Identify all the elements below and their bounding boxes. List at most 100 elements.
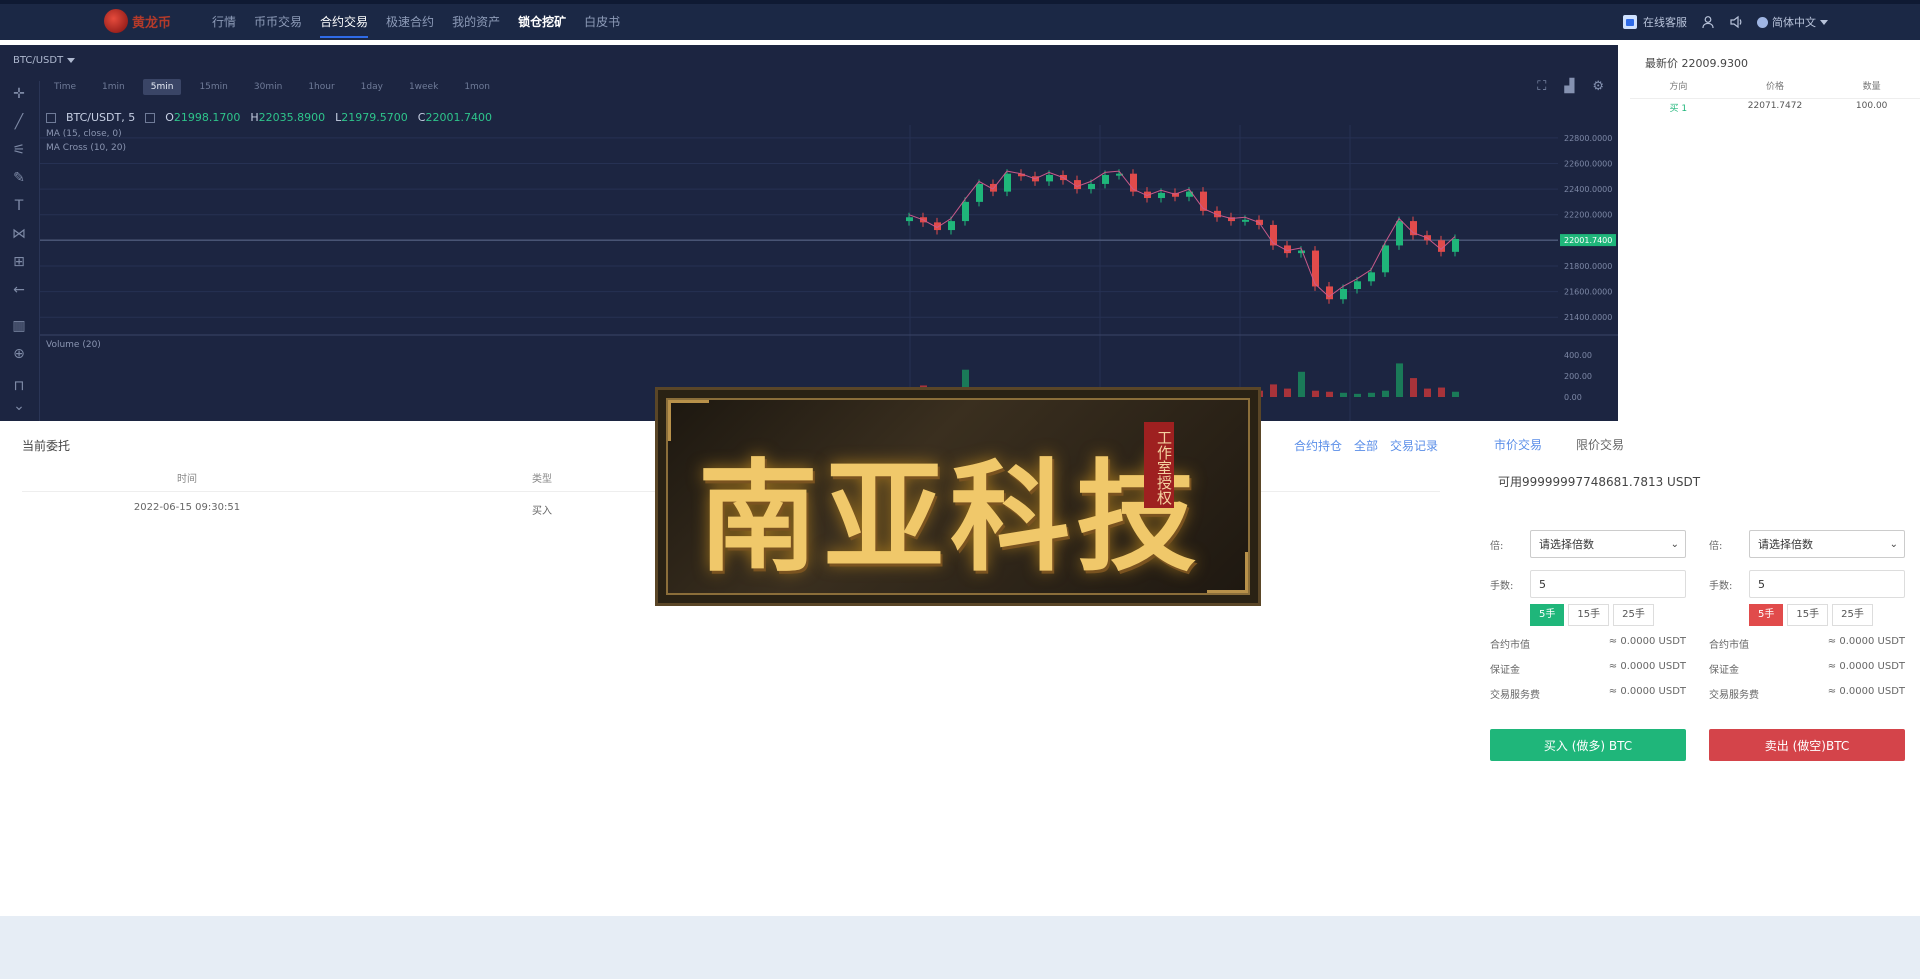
interval-5min[interactable]: 5min bbox=[142, 79, 182, 95]
candle-body bbox=[1396, 221, 1403, 246]
y-tick-label: 22800.0000 bbox=[1564, 134, 1612, 143]
indicator-icon[interactable]: ▟ bbox=[1564, 79, 1574, 94]
nav-market[interactable]: 行情 bbox=[212, 4, 236, 40]
tab-market[interactable]: 市价交易 bbox=[1494, 436, 1542, 453]
fib-icon[interactable]: ⚟ bbox=[10, 141, 28, 159]
interval-1week[interactable]: 1week bbox=[401, 79, 446, 95]
y-tick-label: 22400.0000 bbox=[1564, 185, 1612, 194]
fullscreen-icon[interactable]: ⛶ bbox=[1537, 79, 1546, 94]
watermark-text: 南亚科技 bbox=[698, 447, 1202, 588]
volume-bar bbox=[1284, 388, 1291, 397]
candle-body bbox=[1368, 272, 1375, 282]
speaker-icon[interactable] bbox=[1729, 15, 1743, 29]
open-value: 21998.1700 bbox=[173, 111, 241, 124]
leverage-label: 倍: bbox=[1490, 540, 1504, 552]
pair-label: BTC/USDT bbox=[13, 55, 64, 66]
lot-25-sell[interactable]: 25手 bbox=[1832, 604, 1873, 626]
vol-tick-label: 400.00 bbox=[1564, 351, 1592, 360]
interval-1mon[interactable]: 1mon bbox=[456, 79, 498, 95]
lot-15-buy[interactable]: 15手 bbox=[1568, 604, 1610, 626]
leverage-select-sell[interactable]: 请选择倍数 ⌄ bbox=[1749, 530, 1905, 558]
buy-long-button[interactable]: 买入 (做多) BTC bbox=[1490, 729, 1686, 761]
candle-body bbox=[1452, 239, 1459, 252]
interval-30min[interactable]: 30min bbox=[246, 79, 290, 95]
candle-body bbox=[1270, 224, 1277, 246]
volume-bar bbox=[1340, 392, 1347, 397]
qty-input-sell[interactable]: 5 bbox=[1749, 570, 1905, 598]
candle-body bbox=[1158, 192, 1165, 199]
volume-bar bbox=[1354, 393, 1361, 397]
qty-input-buy[interactable]: 5 bbox=[1530, 570, 1686, 598]
book-header: 方向 价格 数量 bbox=[1630, 79, 1920, 99]
leverage-select-buy[interactable]: 请选择倍数 ⌄ bbox=[1530, 530, 1686, 558]
gear-icon[interactable]: ⚙ bbox=[1592, 79, 1604, 94]
col-time: 时间 bbox=[177, 474, 197, 485]
lock-icon[interactable]: ⊓ bbox=[10, 377, 28, 395]
candle-body bbox=[962, 201, 969, 222]
kline-chart[interactable]: 22800.0000 22600.0000 22400.0000 22200.0000… bbox=[0, 45, 1618, 421]
candle-body bbox=[1004, 173, 1011, 192]
link-history[interactable]: 交易记录 bbox=[1390, 437, 1438, 454]
nav-fast-contract[interactable]: 极速合约 bbox=[386, 4, 434, 40]
chevron-down-icon[interactable]: ⌄ bbox=[10, 397, 28, 415]
crosshair-icon[interactable]: ✛ bbox=[10, 85, 28, 103]
user-icon[interactable] bbox=[1701, 15, 1715, 29]
lot-5-sell[interactable]: 5手 bbox=[1749, 604, 1784, 626]
lot-15-sell[interactable]: 15手 bbox=[1787, 604, 1829, 626]
trendline-icon[interactable]: ╱ bbox=[10, 113, 28, 131]
top-nav-bar: 黄龙币 行情 币币交易 合约交易 极速合约 我的资产 锁仓挖矿 白皮书 在线客服… bbox=[0, 4, 1920, 40]
qty-label: 手数: bbox=[1709, 580, 1733, 592]
lot-5-buy[interactable]: 5手 bbox=[1530, 604, 1565, 626]
nav-whitepaper[interactable]: 白皮书 bbox=[584, 4, 620, 40]
vol-tick-label: 200.00 bbox=[1564, 372, 1592, 381]
vol-tick-label: 0.00 bbox=[1564, 393, 1582, 402]
link-all[interactable]: 全部 bbox=[1354, 437, 1378, 454]
book-qty: 100.00 bbox=[1855, 101, 1888, 111]
service-label: 在线客服 bbox=[1643, 16, 1687, 29]
link-positions[interactable]: 合约持仓 bbox=[1294, 437, 1342, 454]
drawing-toolbar: ✛ ╱ ⚟ ✎ T ⋈ ⊞ ← ▥ ⊕ ⊓ ⌄ bbox=[0, 81, 40, 421]
pair-select[interactable]: BTC/USDT bbox=[13, 55, 76, 66]
volume-bar bbox=[1312, 390, 1319, 397]
buy-column: 倍: 请选择倍数 ⌄ 手数: 5 5手 15手 25手 合约市值 ≈ 0.0000… bbox=[1490, 530, 1686, 761]
collapse-icon[interactable] bbox=[46, 112, 56, 123]
online-service[interactable]: 在线客服 bbox=[1623, 14, 1687, 30]
text-icon[interactable]: T bbox=[10, 197, 28, 215]
brush-icon[interactable]: ✎ bbox=[10, 169, 28, 187]
chart-plot[interactable]: 22800.0000 22600.0000 22400.0000 22200.0000… bbox=[0, 45, 1618, 421]
logo[interactable]: 黄龙币 bbox=[104, 8, 184, 34]
volume-bar bbox=[1270, 384, 1277, 397]
volume-bar bbox=[1368, 392, 1375, 397]
interval-1hour[interactable]: 1hour bbox=[300, 79, 342, 95]
book-row[interactable]: 买 1 22071.7472 100.00 bbox=[1630, 101, 1920, 114]
language-select[interactable]: 简体中文 bbox=[1757, 14, 1828, 30]
measure-icon[interactable]: ⊞ bbox=[10, 253, 28, 271]
interval-1min[interactable]: 1min bbox=[94, 79, 133, 95]
lot-buttons-buy: 5手 15手 25手 bbox=[1530, 604, 1686, 626]
watermark-banner: 南亚科技 工作室授权 bbox=[655, 387, 1261, 606]
interval-time[interactable]: Time bbox=[46, 79, 84, 95]
logo-text: 黄龙币 bbox=[132, 15, 172, 31]
nav-spot[interactable]: 币币交易 bbox=[254, 4, 302, 40]
volume-bar bbox=[1410, 378, 1417, 397]
lot-25-buy[interactable]: 25手 bbox=[1613, 604, 1654, 626]
y-tick-label: 21600.0000 bbox=[1564, 288, 1612, 297]
interval-1day[interactable]: 1day bbox=[353, 79, 391, 95]
tab-limit[interactable]: 限价交易 bbox=[1576, 436, 1624, 453]
nav-contract[interactable]: 合约交易 bbox=[320, 4, 369, 40]
settings-icon[interactable] bbox=[145, 112, 156, 123]
fee-row: 交易服务费 ≈ 0.0000 USDT bbox=[1709, 686, 1905, 701]
volume-bar bbox=[1298, 371, 1305, 397]
back-arrow-icon[interactable]: ← bbox=[10, 281, 28, 299]
nav-mining[interactable]: 锁仓挖矿 bbox=[518, 4, 566, 40]
ruler-icon[interactable]: ▥ bbox=[10, 317, 28, 335]
candle-body bbox=[906, 217, 913, 222]
candle-body bbox=[1312, 250, 1319, 287]
zoom-icon[interactable]: ⊕ bbox=[10, 345, 28, 363]
pattern-icon[interactable]: ⋈ bbox=[10, 225, 28, 243]
nav-assets[interactable]: 我的资产 bbox=[452, 4, 500, 40]
margin-row: 保证金 ≈ 0.0000 USDT bbox=[1709, 661, 1905, 676]
interval-15min[interactable]: 15min bbox=[191, 79, 235, 95]
sell-short-button[interactable]: 卖出 (做空)BTC bbox=[1709, 729, 1905, 761]
available-balance: 可用99999997748681.7813 USDT bbox=[1498, 475, 1701, 489]
